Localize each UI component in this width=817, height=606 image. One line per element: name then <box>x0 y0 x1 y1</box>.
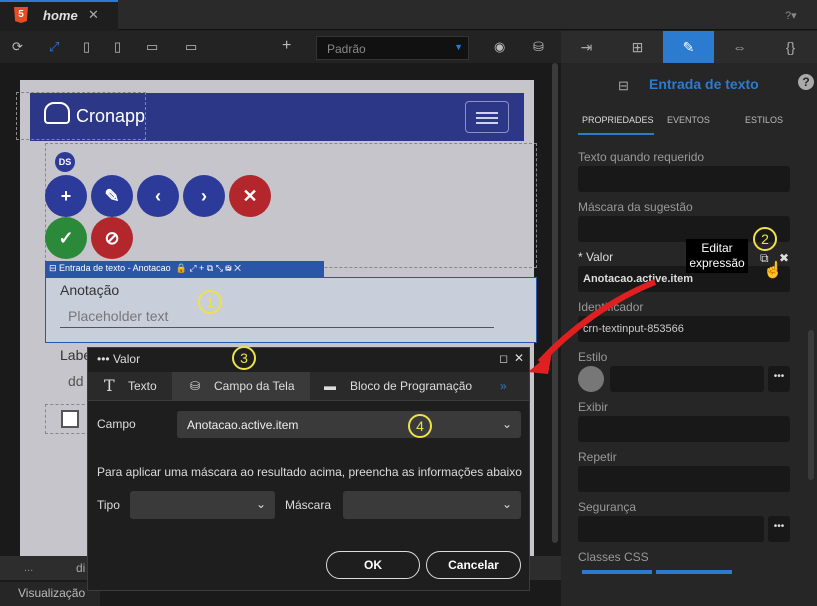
tab-texto[interactable]: Texto <box>128 379 157 393</box>
annotation-marker: 4 <box>408 414 432 438</box>
mask-info-text: Para aplicar uma máscara ao resultado ac… <box>97 465 522 479</box>
dialog-title: ••• Valor <box>97 352 141 366</box>
mascara-label: Máscara <box>285 498 332 512</box>
chevron-down-icon: ⌄ <box>501 497 512 511</box>
block-icon: ▬ <box>324 379 336 393</box>
campo-select-value: Anotacao.active.item <box>187 418 299 432</box>
annotation-marker: 3 <box>232 346 256 370</box>
text-icon: T <box>104 376 115 395</box>
cancel-button[interactable]: Cancelar <box>426 551 521 579</box>
dialog-close-icon[interactable]: ✕ <box>514 351 524 365</box>
more-tabs-icon[interactable]: » <box>500 379 507 393</box>
dialog-title-text: Valor <box>112 352 141 366</box>
ok-button[interactable]: OK <box>326 551 420 579</box>
mascara-select[interactable]: ⌄ <box>343 491 521 519</box>
database-icon: ⛁ <box>190 379 201 393</box>
maximize-icon[interactable]: ◻ <box>499 352 508 365</box>
tipo-label: Tipo <box>97 498 120 512</box>
campo-select[interactable]: Anotacao.active.item ⌄ <box>177 411 521 438</box>
campo-label: Campo <box>97 417 136 431</box>
tab-bloco-programacao[interactable]: Bloco de Programação <box>350 379 472 393</box>
tipo-select[interactable]: ⌄ <box>130 491 275 519</box>
tab-campo-da-tela[interactable]: Campo da Tela <box>214 379 295 393</box>
dialog-divider <box>88 400 529 401</box>
chevron-down-icon: ⌄ <box>255 497 266 511</box>
chevron-down-icon: ⌄ <box>501 417 512 431</box>
